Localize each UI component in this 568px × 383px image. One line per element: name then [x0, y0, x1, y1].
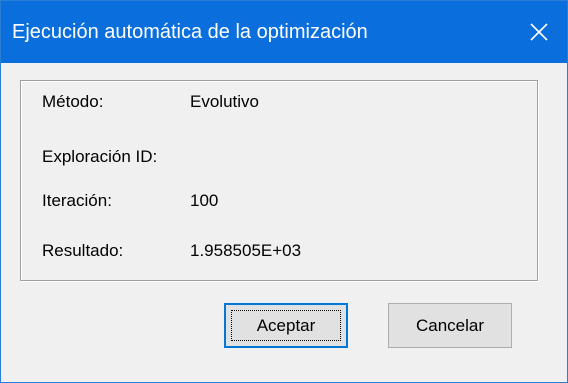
accept-button[interactable]: Aceptar: [224, 303, 348, 348]
focus-ring: [231, 310, 341, 341]
cancel-button-label: Cancelar: [415, 315, 485, 335]
iteration-value: 100: [190, 191, 219, 210]
result-label: Resultado:: [42, 241, 124, 260]
close-button[interactable]: [511, 1, 567, 63]
window-title: Ejecución automática de la optimización: [12, 21, 368, 43]
optimization-dialog: Ejecución automática de la optimización …: [0, 0, 568, 383]
result-value: 1.958505E+03: [190, 241, 302, 260]
info-group-box: Método: Evolutivo Exploración ID: Iterac…: [20, 80, 538, 281]
close-icon: [529, 22, 549, 42]
cancel-button[interactable]: Cancelar: [388, 303, 512, 348]
iteration-label: Iteración:: [42, 191, 112, 210]
title-bar[interactable]: Ejecución automática de la optimización: [1, 1, 567, 63]
method-value: Evolutivo: [190, 92, 259, 111]
method-label: Método:: [42, 92, 104, 111]
exploration-id-label: Exploración ID:: [42, 147, 158, 166]
